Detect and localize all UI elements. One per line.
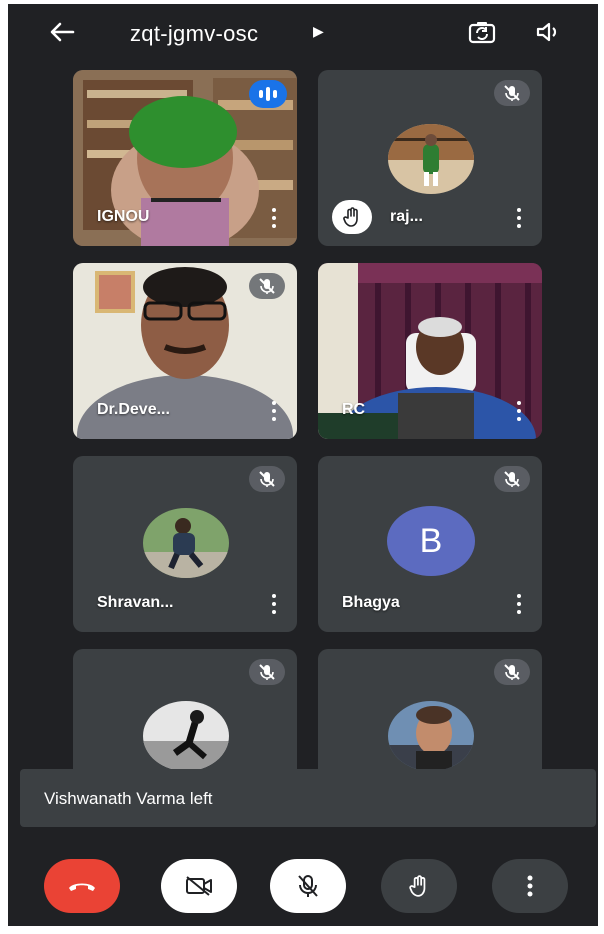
mic-off-icon xyxy=(249,659,285,685)
more-vert-icon[interactable] xyxy=(512,204,526,232)
more-options-button[interactable] xyxy=(492,859,568,913)
avatar xyxy=(143,701,229,771)
notification-snackbar: Vishwanath Varma left xyxy=(20,769,596,827)
notification-text: Vishwanath Varma left xyxy=(44,789,213,808)
camera-toggle-button[interactable] xyxy=(161,859,237,913)
more-vert-icon[interactable] xyxy=(267,204,281,232)
raise-hand-button[interactable] xyxy=(381,859,457,913)
participant-tile[interactable]: B Bhagya xyxy=(318,456,542,632)
participant-name: raj... xyxy=(390,208,423,225)
speaker-icon[interactable] xyxy=(534,18,562,46)
hand-icon xyxy=(332,200,372,234)
participant-name: Bhagya xyxy=(342,594,400,611)
participant-name: IGNOU xyxy=(97,208,150,225)
microphone-toggle-button[interactable] xyxy=(270,859,346,913)
camera-flip-icon[interactable] xyxy=(468,18,496,46)
avatar-letter: B xyxy=(387,506,475,576)
mic-off-icon xyxy=(249,466,285,492)
avatar xyxy=(388,701,474,771)
more-vert-icon[interactable] xyxy=(512,397,526,425)
mic-off-icon xyxy=(298,875,318,897)
participant-tile[interactable]: RC xyxy=(318,263,542,439)
meet-screen: zqt-jgmv-osc ▶ IGNOU raj... Dr.Deve... R… xyxy=(8,4,598,926)
participant-name: Shravan... xyxy=(97,594,174,611)
participant-tile[interactable]: Dr.Deve... xyxy=(73,263,297,439)
participant-tile[interactable]: Shravan... xyxy=(73,456,297,632)
more-vert-icon xyxy=(527,875,533,897)
more-vert-icon[interactable] xyxy=(267,397,281,425)
phone-hangup-icon xyxy=(69,883,95,891)
meeting-code[interactable]: zqt-jgmv-osc xyxy=(130,21,258,47)
caret-right-icon[interactable]: ▶ xyxy=(313,23,324,40)
end-call-button[interactable] xyxy=(44,859,120,913)
avatar xyxy=(143,508,229,578)
participant-name: RC xyxy=(342,401,366,418)
mic-off-icon xyxy=(494,659,530,685)
audio-level-icon xyxy=(249,80,287,108)
avatar xyxy=(388,124,474,194)
participant-tile[interactable]: IGNOU xyxy=(73,70,297,246)
more-vert-icon[interactable] xyxy=(512,590,526,618)
hand-icon xyxy=(409,875,426,897)
mic-off-icon xyxy=(494,80,530,106)
mic-off-icon xyxy=(249,273,285,299)
participant-tile[interactable]: raj... xyxy=(318,70,542,246)
back-arrow-icon[interactable] xyxy=(48,18,76,46)
top-bar: zqt-jgmv-osc ▶ xyxy=(8,4,598,64)
videocam-off-icon xyxy=(186,876,212,896)
participant-name: Dr.Deve... xyxy=(97,401,170,418)
more-vert-icon[interactable] xyxy=(267,590,281,618)
mic-off-icon xyxy=(494,466,530,492)
